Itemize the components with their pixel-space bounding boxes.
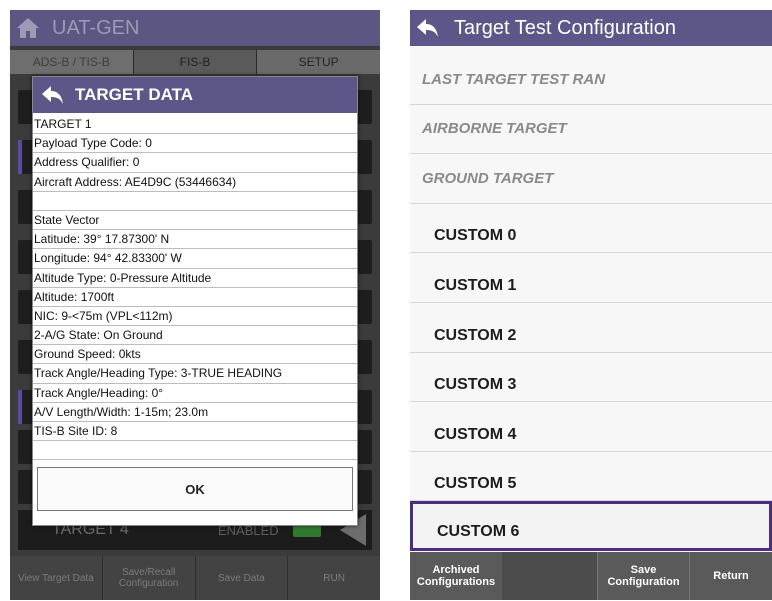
data-row: Longitude: 94° 42.83300' W	[33, 249, 357, 269]
tab-fis-b[interactable]: FIS-B	[133, 50, 258, 74]
tab-bar: ADS-B / TIS-B FIS-B SETUP	[10, 50, 380, 74]
view-target-data-button[interactable]: View Target Data	[10, 556, 103, 600]
uat-gen-screen: UAT-GEN ADS-B / TIS-B FIS-B SETUP TARGET…	[10, 10, 380, 600]
bottom-toolbar: View Target Data Save/Recall Configurati…	[10, 556, 380, 600]
list-item-custom-3[interactable]: CUSTOM 3	[410, 353, 772, 403]
target-test-configuration-screen: Target Test Configuration LAST TARGET TE…	[410, 10, 772, 600]
save-data-button[interactable]: Save Data	[196, 556, 289, 600]
data-row: Aircraft Address: AE4D9C (53446634)	[33, 173, 357, 192]
save-recall-configuration-button[interactable]: Save/Recall Configuration	[103, 556, 196, 600]
target-data-list: TARGET 1 Payload Type Code: 0 Address Qu…	[33, 115, 357, 461]
run-button[interactable]: RUN	[288, 556, 380, 600]
data-row: 2-A/G State: On Ground	[33, 326, 357, 346]
list-item-custom-4[interactable]: CUSTOM 4	[410, 402, 772, 452]
configuration-list: LAST TARGET TEST RAN AIRBORNE TARGET GRO…	[410, 55, 772, 551]
list-item-custom-5[interactable]: CUSTOM 5	[410, 452, 772, 502]
data-row	[33, 441, 357, 461]
data-row: State Vector	[33, 211, 357, 231]
tab-setup[interactable]: SETUP	[257, 50, 380, 74]
data-row: NIC: 9-<75m (VPL<112m)	[33, 307, 357, 327]
back-arrow-icon[interactable]	[33, 77, 73, 113]
data-row: Track Angle/Heading Type: 3-TRUE HEADING	[33, 364, 357, 384]
screen-header: Target Test Configuration	[410, 10, 772, 46]
data-row: TARGET 1	[33, 115, 357, 135]
list-item-ground-target[interactable]: GROUND TARGET	[410, 154, 772, 204]
tab-ads-b-tis-b[interactable]: ADS-B / TIS-B	[10, 50, 134, 74]
dialog-header: TARGET DATA	[33, 77, 357, 113]
app-title: UAT-GEN	[52, 16, 140, 39]
data-row: Address Qualifier: 0	[33, 153, 357, 173]
archived-configurations-button[interactable]: Archived Configurations	[410, 552, 502, 600]
data-row: Altitude: 1700ft	[33, 288, 357, 307]
data-row: Ground Speed: 0kts	[33, 345, 357, 365]
return-button[interactable]: Return	[689, 552, 772, 600]
data-row: TIS-B Site ID: 8	[33, 422, 357, 442]
data-row: Altitude Type: 0-Pressure Altitude	[33, 269, 357, 288]
bottom-toolbar: Archived Configurations Save Configurati…	[410, 552, 772, 600]
data-row: Payload Type Code: 0	[33, 134, 357, 154]
list-item-last-target-test-ran[interactable]: LAST TARGET TEST RAN	[410, 55, 772, 105]
data-row: A/V Length/Width: 1-15m; 23.0m	[33, 403, 357, 422]
data-row	[33, 192, 357, 211]
list-item-custom-2[interactable]: CUSTOM 2	[410, 303, 772, 353]
data-row: Latitude: 39° 17.87300' N	[33, 230, 357, 250]
list-item-custom-0[interactable]: CUSTOM 0	[410, 204, 772, 254]
target-data-dialog: TARGET DATA TARGET 1 Payload Type Code: …	[32, 76, 358, 526]
screen-title: Target Test Configuration	[454, 16, 676, 39]
data-row: Track Angle/Heading: 0°	[33, 384, 357, 403]
list-item-custom-1[interactable]: CUSTOM 1	[410, 253, 772, 303]
save-configuration-button[interactable]: Save Configuration	[597, 552, 689, 600]
blank-button[interactable]	[502, 552, 597, 600]
list-item-airborne-target[interactable]: AIRBORNE TARGET	[410, 105, 772, 155]
home-icon[interactable]	[10, 10, 46, 46]
ok-button[interactable]: OK	[37, 467, 353, 511]
dialog-title: TARGET DATA	[75, 85, 194, 104]
back-arrow-icon[interactable]	[410, 10, 446, 46]
app-header: UAT-GEN	[10, 10, 380, 46]
list-item-custom-6[interactable]: CUSTOM 6	[410, 501, 772, 551]
